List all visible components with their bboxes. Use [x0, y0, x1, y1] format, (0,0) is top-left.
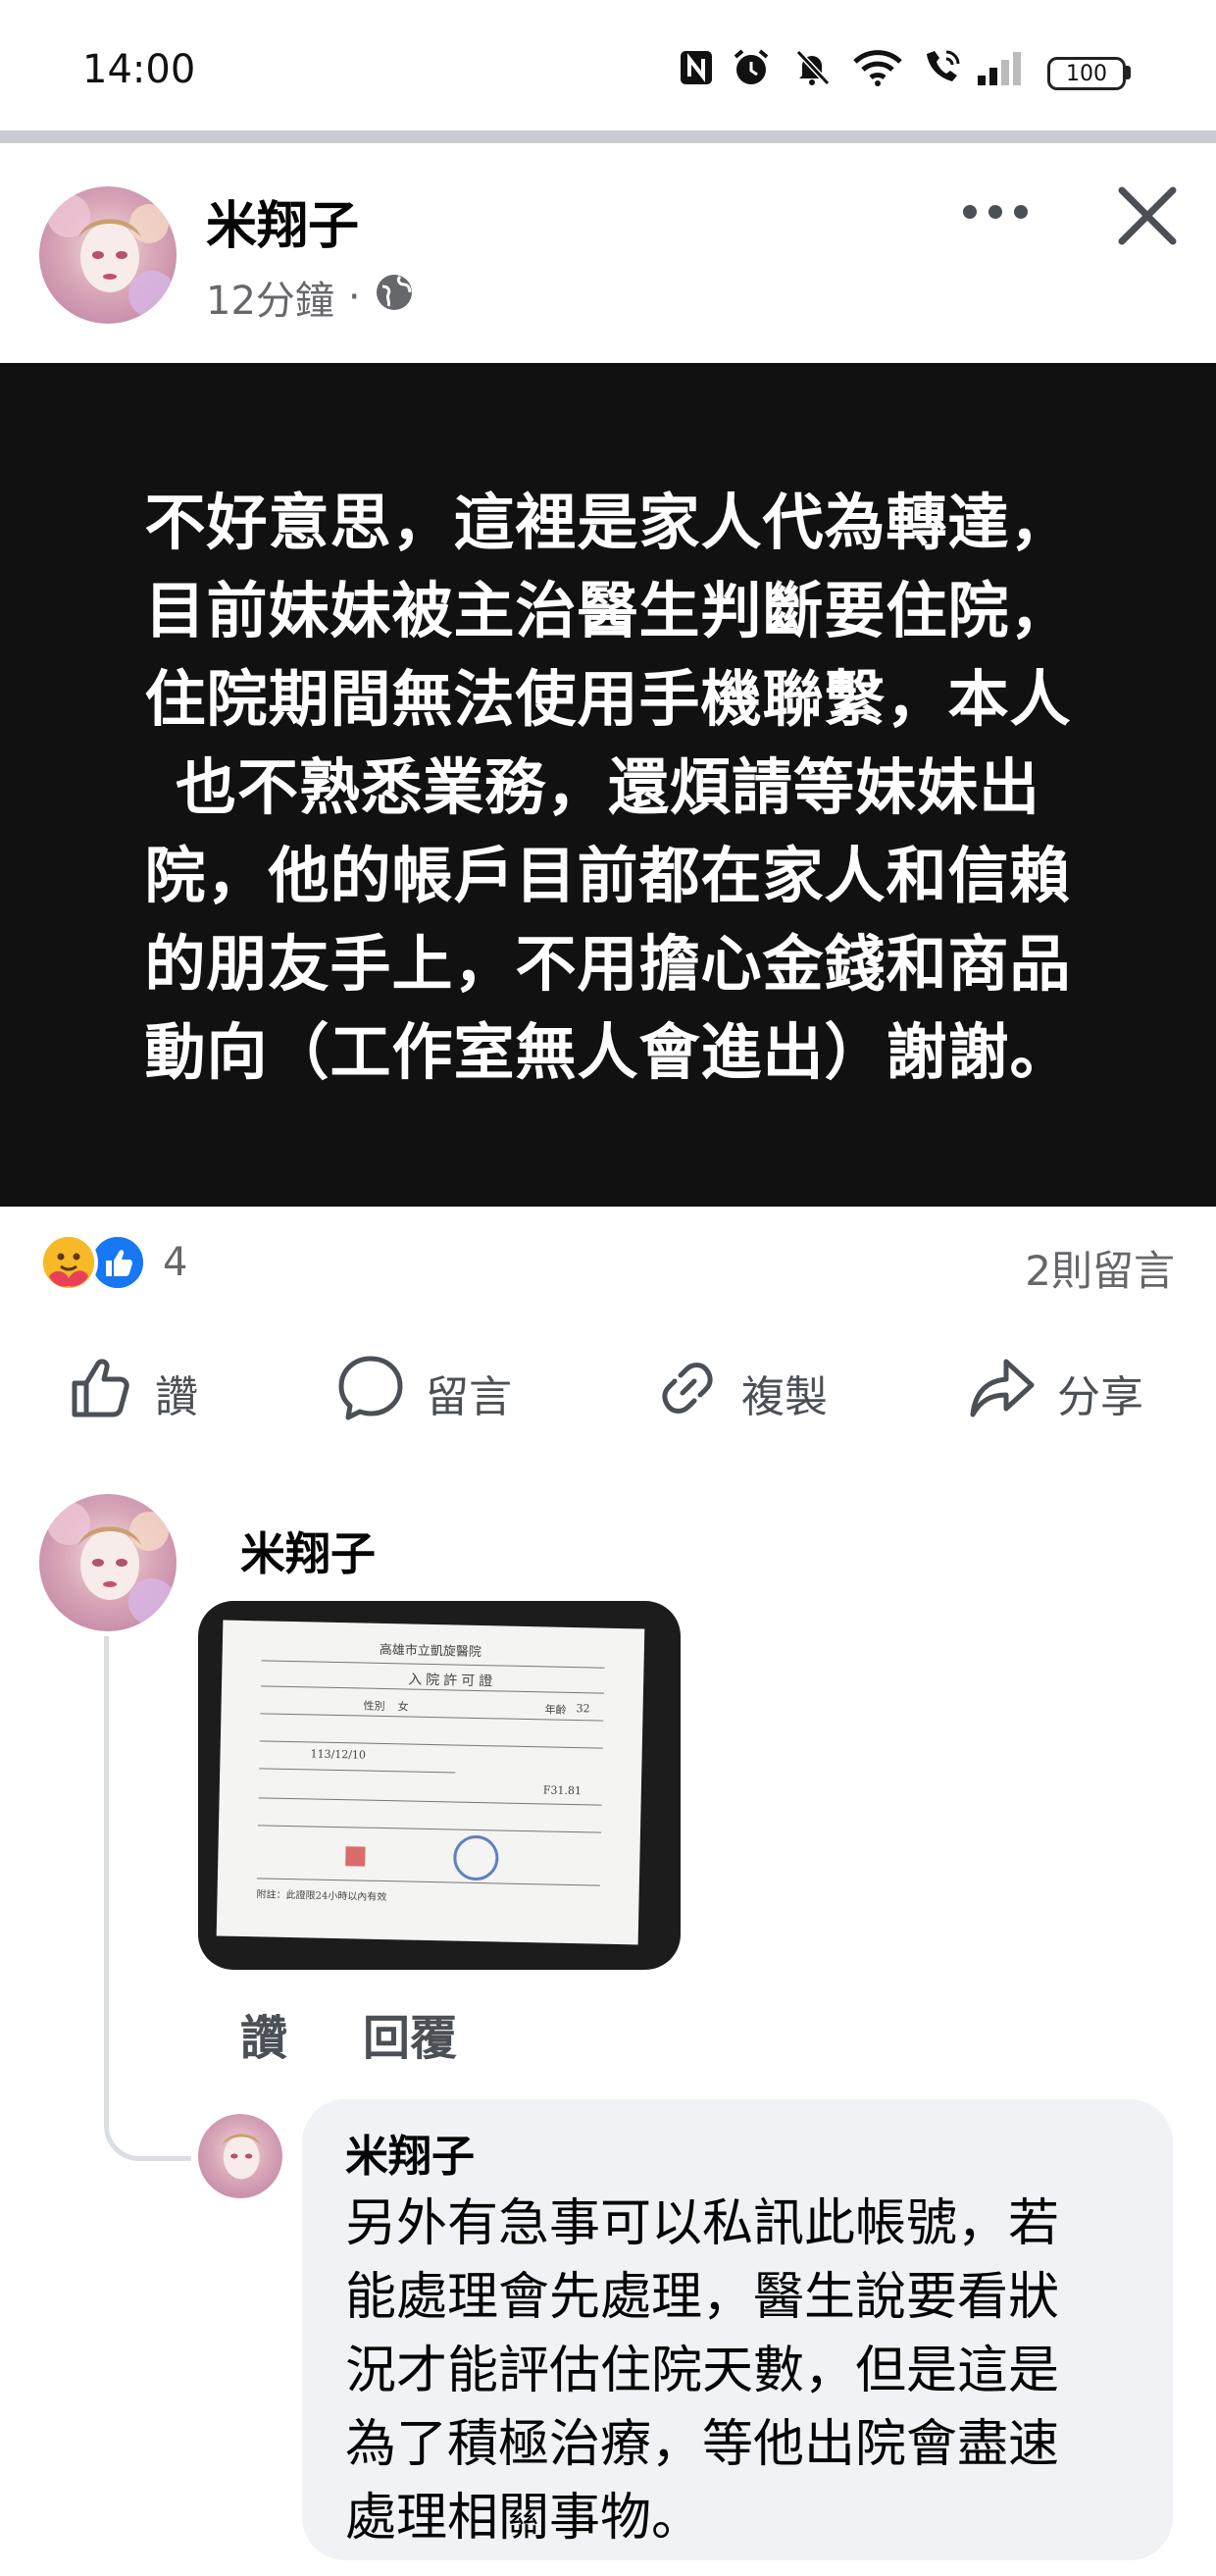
globe-icon	[375, 273, 414, 322]
post-text-line: 目前妹妹被主治醫生判斷要住院，	[144, 575, 1072, 646]
post-text-line: 不好意思，這裡是家人代為轉達，	[144, 487, 1072, 558]
battery-tip	[1126, 66, 1131, 79]
doc-code: F31.81	[542, 1783, 583, 1798]
avatar[interactable]	[39, 1494, 177, 1631]
wifi-icon	[851, 47, 904, 88]
post-text-line: 也不熟悉業務，還煩請等妹妹出	[175, 751, 1040, 823]
doc-hospital-name: 高雄市立凱旋醫院	[379, 1642, 481, 1661]
comment-like-button[interactable]: 讚	[240, 1999, 287, 2068]
post-meta: 12分鐘 ·	[206, 269, 414, 326]
top-separator	[0, 130, 1216, 143]
reply-text: 另外有急事可以私訊此帳號，若 能處理會先處理，醫生說要看狀 況才能評估住院天數，…	[345, 2188, 1149, 2555]
care-reaction-icon	[39, 1233, 98, 1292]
avatar[interactable]	[198, 2114, 282, 2198]
nfc-icon	[677, 47, 716, 88]
reaction-count: 4	[163, 1240, 188, 1285]
comment-reply-button[interactable]: 回覆	[363, 1999, 457, 2068]
reply-text-line: 另外有急事可以私訊此帳號，若	[345, 2194, 1060, 2253]
meta-dot: ·	[347, 275, 361, 320]
post-text-line: 住院期間無法使用手機聯繫，本人	[144, 663, 1072, 735]
reply-text-line: 為了積極治療，等他出院會盡速	[345, 2415, 1060, 2474]
post-text-line: 院，他的帳戶目前都在家人和信賴	[144, 840, 1072, 911]
comment-author-name[interactable]: 米翔子	[240, 1519, 376, 1583]
share-icon	[967, 1354, 1038, 1433]
doc-age-label: 年齡	[544, 1703, 567, 1717]
share-button[interactable]: 分享	[967, 1354, 1143, 1432]
hospital-admission-form: 高雄市立凱旋醫院 入院許可證 性別 女 年齡 32 113/12/10 F31.…	[216, 1620, 645, 1945]
reply-thread-line	[104, 1636, 191, 2161]
signal-icon	[975, 47, 1030, 88]
like-icon	[67, 1354, 135, 1433]
alarm-icon	[730, 47, 773, 88]
reply-author-name[interactable]: 米翔子	[345, 2121, 475, 2184]
copy-label: 複製	[741, 1372, 828, 1422]
doc-form-title: 入院許可證	[408, 1672, 497, 1690]
doc-date: 113/12/10	[310, 1747, 367, 1762]
share-label: 分享	[1057, 1372, 1143, 1422]
like-button[interactable]: 讚	[67, 1354, 198, 1432]
doc-sex: 女	[397, 1700, 409, 1714]
post-author-name[interactable]: 米翔子	[206, 184, 359, 258]
close-icon[interactable]	[1108, 177, 1187, 255]
reply-text-line: 處理相關事物。	[345, 2489, 703, 2548]
comment-photo-attachment[interactable]: 高雄市立凱旋醫院 入院許可證 性別 女 年齡 32 113/12/10 F31.…	[198, 1601, 681, 1970]
reaction-summary[interactable]: 4	[39, 1231, 187, 1294]
doc-footer: 附註：此證限24小時以內有效	[256, 1889, 387, 1904]
more-options-button[interactable]	[956, 192, 1035, 232]
post-text-line: 的朋友手上，不用擔心金錢和商品	[144, 928, 1072, 1000]
doc-sex-label: 性別	[363, 1699, 385, 1714]
wifi-call-icon	[920, 47, 965, 88]
status-time: 14:00	[82, 47, 196, 92]
comment-count[interactable]: 2則留言	[1025, 1238, 1175, 1298]
mute-icon	[790, 47, 834, 88]
post-image-text: 不好意思，這裡是家人代為轉達， 目前妹妹被主治醫生判斷要住院， 住院期間無法使用…	[93, 479, 1123, 1097]
comment-button[interactable]: 留言	[335, 1354, 512, 1432]
copy-link-icon	[653, 1354, 722, 1433]
like-label: 讚	[155, 1372, 198, 1422]
doc-age: 32	[576, 1702, 590, 1716]
reply-text-line: 況才能評估住院天數，但是這是	[345, 2342, 1060, 2400]
comment-icon	[335, 1353, 406, 1434]
avatar[interactable]	[39, 186, 177, 324]
comment-label: 留言	[426, 1372, 512, 1422]
post-time[interactable]: 12分鐘	[206, 269, 334, 326]
battery-indicator: 100	[1047, 57, 1126, 90]
reply-text-line: 能處理會先處理，醫生說要看狀	[345, 2268, 1060, 2327]
post-text-line: 動向（工作室無人會進出）謝謝。	[144, 1016, 1072, 1088]
copy-button[interactable]: 複製	[653, 1354, 828, 1432]
